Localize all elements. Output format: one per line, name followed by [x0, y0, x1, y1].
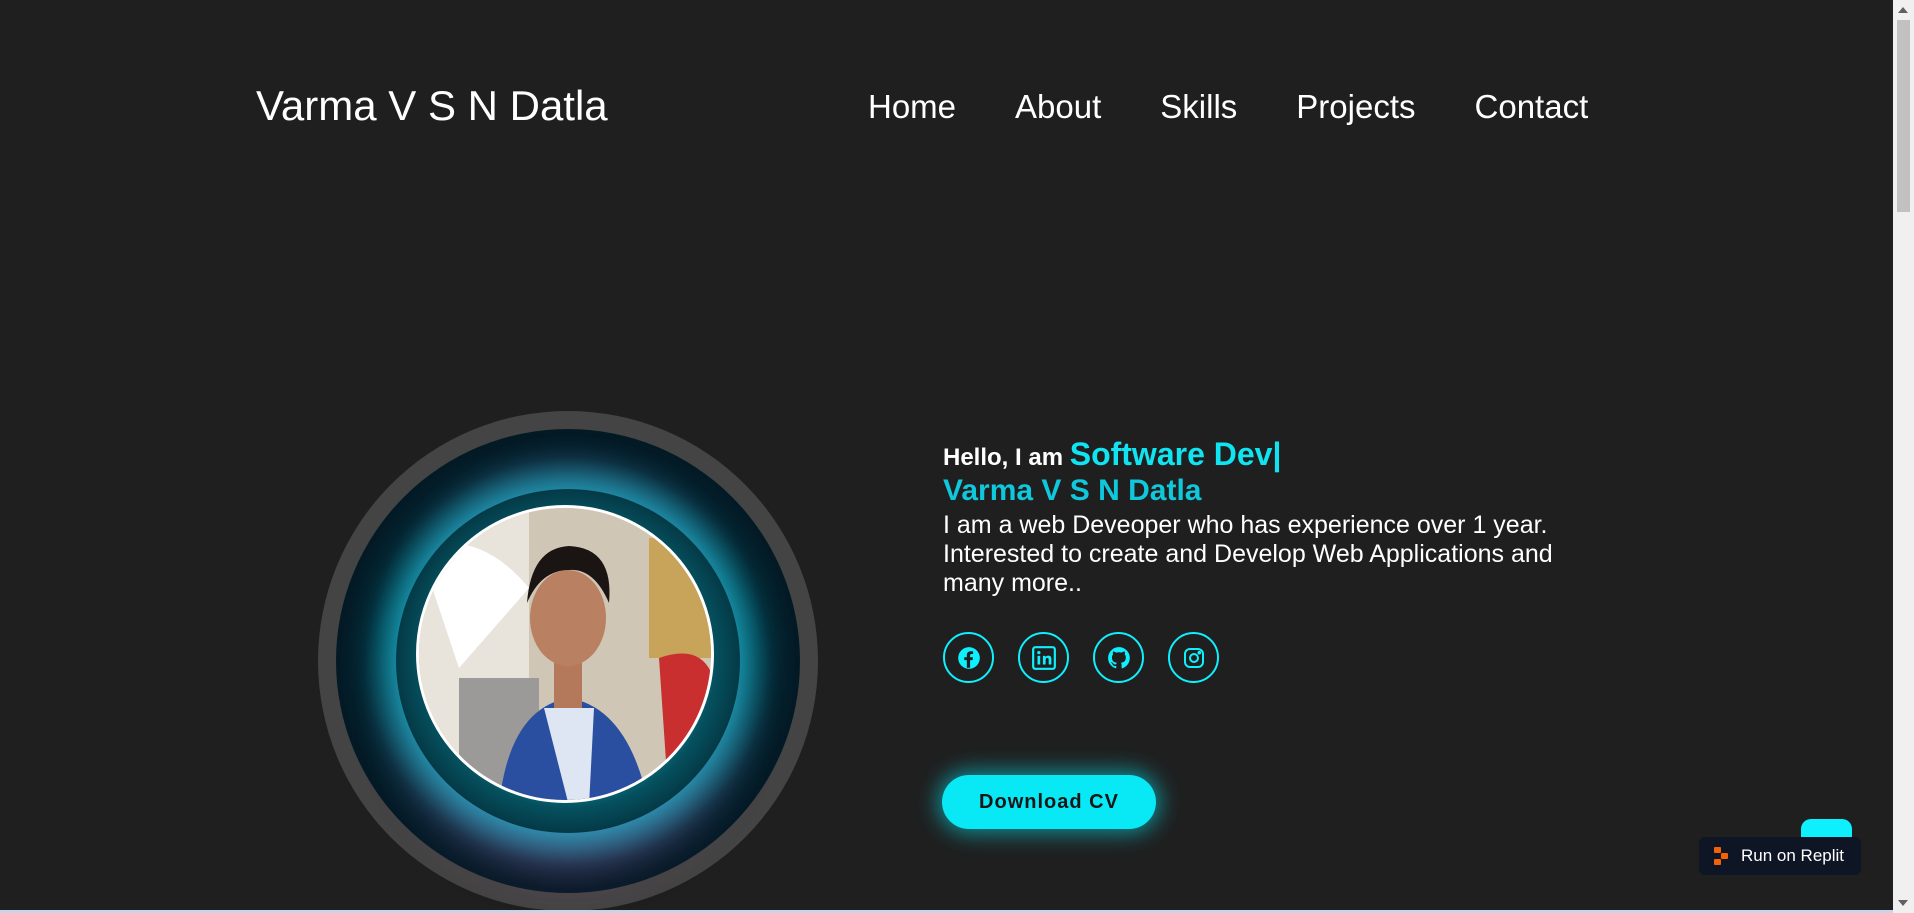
facebook-icon [957, 646, 980, 669]
hero-greeting: Hello, I am Software Dev| [943, 436, 1583, 473]
brand-title[interactable]: Varma V S N Datla [256, 82, 608, 130]
nav-about[interactable]: About [1015, 88, 1101, 126]
instagram-link[interactable] [1168, 632, 1219, 683]
replit-icon [1714, 847, 1728, 865]
vertical-scrollbar[interactable] [1893, 0, 1914, 913]
scroll-thumb[interactable] [1897, 20, 1910, 212]
facebook-link[interactable] [943, 632, 994, 683]
social-links [943, 632, 1219, 683]
github-link[interactable] [1093, 632, 1144, 683]
nav-contact[interactable]: Contact [1475, 88, 1589, 126]
hero-text: Hello, I am Software Dev| Varma V S N Da… [943, 436, 1583, 598]
run-on-replit-badge[interactable]: Run on Replit [1699, 837, 1861, 875]
download-cv-button[interactable]: Download CV [942, 775, 1156, 829]
scroll-up-arrow[interactable] [1898, 7, 1908, 13]
role-typing: Software Dev| [1069, 436, 1282, 472]
profile-photo [416, 505, 714, 803]
linkedin-link[interactable] [1018, 632, 1069, 683]
linkedin-icon [1031, 645, 1056, 670]
hero-description: I am a web Deveoper who has experience o… [943, 511, 1553, 597]
hero-name: Varma V S N Datla [943, 474, 1202, 507]
instagram-icon [1183, 647, 1204, 668]
main-nav: Home About Skills Projects Contact [868, 88, 1588, 126]
github-icon [1107, 646, 1130, 668]
greeting-text: Hello, I am [943, 444, 1064, 471]
nav-home[interactable]: Home [868, 88, 956, 126]
nav-skills[interactable]: Skills [1160, 88, 1237, 126]
site-header: Varma V S N Datla Home About Skills Proj… [0, 0, 1893, 220]
replit-label: Run on Replit [1741, 846, 1845, 865]
scroll-down-arrow[interactable] [1898, 900, 1908, 906]
nav-projects[interactable]: Projects [1296, 88, 1415, 126]
